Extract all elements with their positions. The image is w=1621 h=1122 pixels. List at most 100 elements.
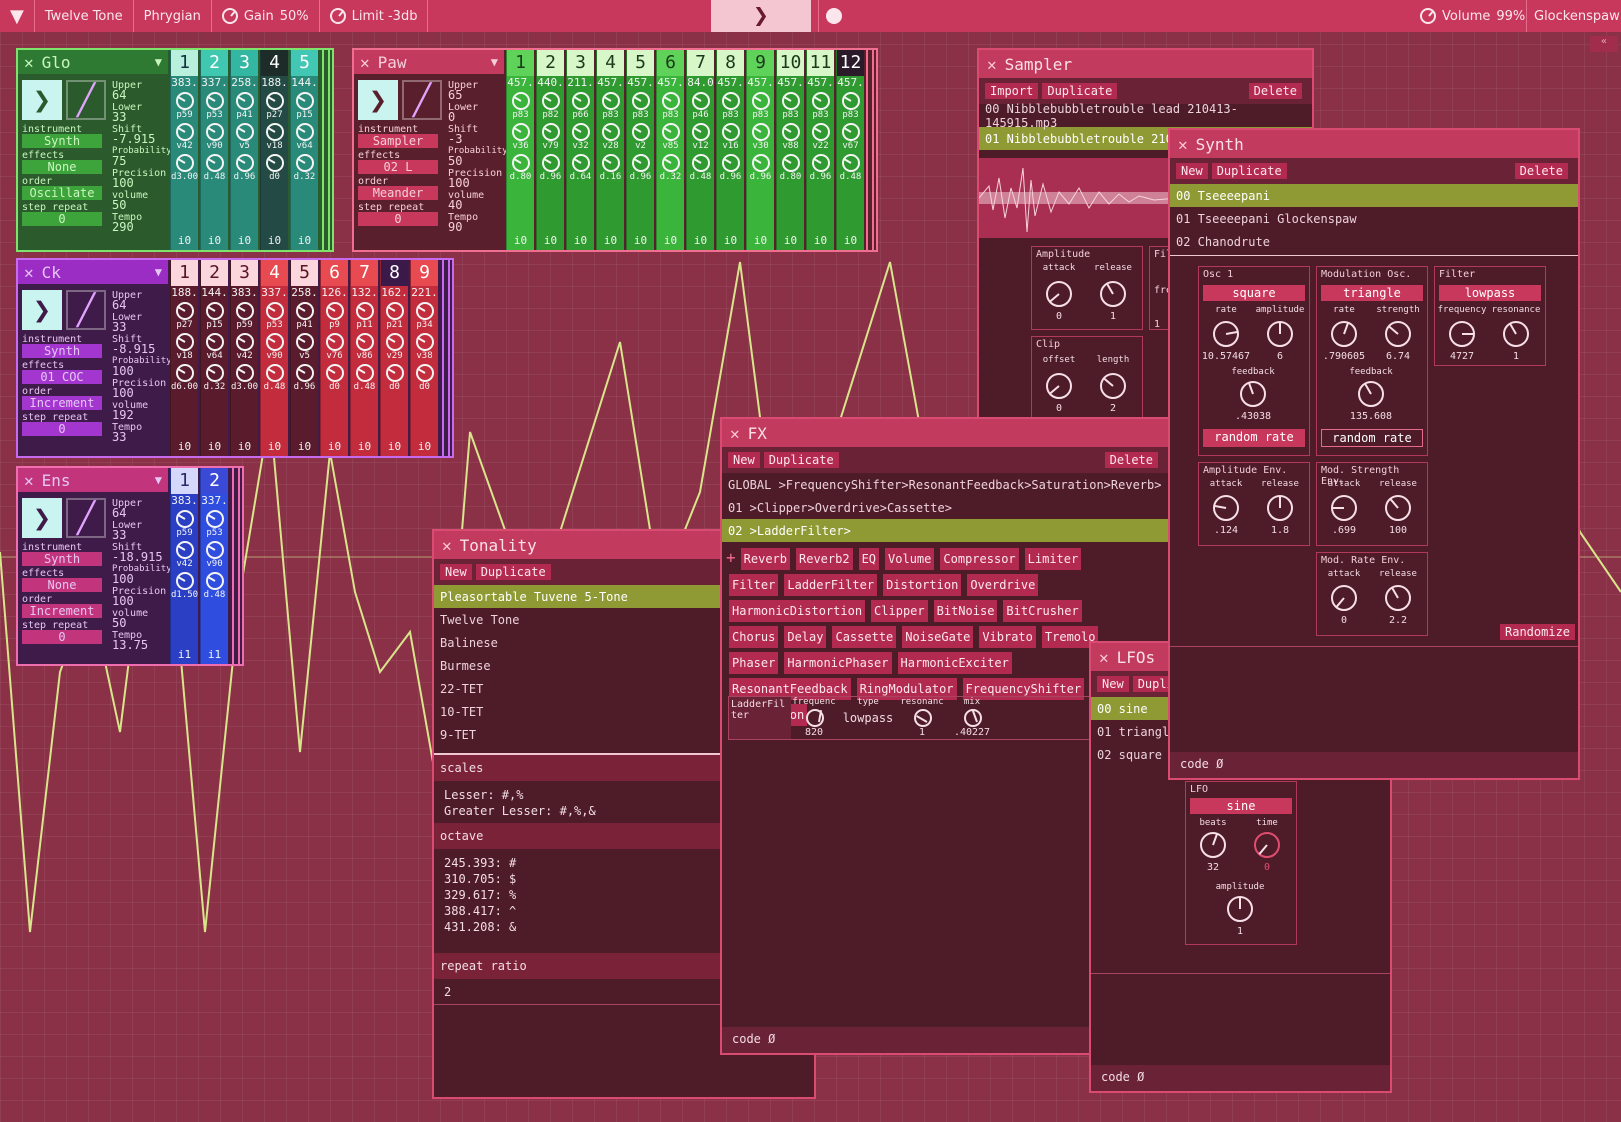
scale-select[interactable]: Twelve Tone	[35, 0, 133, 32]
pitch-knob[interactable]	[205, 92, 224, 110]
play-step-button[interactable]: ❯	[22, 290, 62, 330]
effect-tag[interactable]: Volume	[885, 548, 935, 570]
duration-knob[interactable]	[385, 364, 404, 382]
rate-knob[interactable]	[1331, 321, 1357, 347]
step-number[interactable]: 8	[381, 260, 408, 286]
synth-preset-item[interactable]: 02 Chanodrute	[1170, 230, 1578, 253]
effect-chain-item[interactable]: 02 >LadderFilter>	[722, 519, 1168, 542]
step-number[interactable]: 2	[201, 260, 228, 286]
new-button[interactable]: New	[728, 452, 760, 468]
feedback-knob[interactable]	[1358, 381, 1384, 407]
step-column[interactable]: 9 457. p83 v30 d.96 i0	[746, 50, 774, 250]
pitch-knob[interactable]	[631, 92, 650, 110]
step-column[interactable]: 1 383. p59 v42 d3.00 i0	[170, 50, 198, 250]
velocity-knob[interactable]	[235, 333, 254, 351]
step-column[interactable]: 7 132. p11 v86 d.48 i0	[350, 260, 378, 456]
velocity-knob[interactable]	[601, 123, 620, 141]
osc1-wave-select[interactable]: square	[1203, 285, 1305, 301]
step-repeat-input[interactable]: 0	[22, 212, 102, 226]
duration-knob[interactable]	[205, 572, 224, 590]
effects-select[interactable]: None	[22, 578, 102, 592]
sampler-titlebar[interactable]: ✕ Sampler	[979, 50, 1312, 78]
play-step-button[interactable]: ❯	[22, 498, 62, 538]
step-repeat-input[interactable]: 0	[22, 630, 102, 644]
pitch-knob[interactable]	[175, 92, 194, 110]
attack-knob[interactable]	[1331, 495, 1357, 521]
volume-knob[interactable]: Volume 99%	[1420, 0, 1525, 32]
precision-value[interactable]: 100	[112, 386, 134, 400]
velocity-knob[interactable]	[205, 541, 224, 559]
step-number[interactable]: 5	[627, 50, 654, 76]
upper-value[interactable]: 64	[112, 298, 126, 312]
velocity-knob[interactable]	[571, 123, 590, 141]
pitch-knob[interactable]	[355, 302, 374, 320]
precision-value[interactable]: 100	[112, 594, 134, 608]
instrument-select[interactable]: Synth	[22, 552, 102, 566]
upper-value[interactable]: 64	[112, 88, 126, 102]
resize-handle[interactable]	[322, 50, 330, 250]
duration-knob[interactable]	[235, 364, 254, 382]
synth-preset-item[interactable]: 01 Tseeeepani Glockenspaw	[1170, 207, 1578, 230]
effect-tag[interactable]: BitCrusher	[1003, 600, 1082, 622]
resonance-knob[interactable]	[914, 709, 932, 727]
duration-knob[interactable]	[661, 154, 680, 172]
duplicate-button[interactable]: Duplicate	[1211, 163, 1287, 179]
pitch-knob[interactable]	[205, 302, 224, 320]
tempo-value[interactable]: 290	[112, 220, 134, 234]
upper-value[interactable]: 65	[448, 88, 462, 102]
shift-value[interactable]: -3	[448, 132, 462, 146]
step-column[interactable]: 5 457. p83 v2 d.96 i0	[626, 50, 654, 250]
lower-value[interactable]: 0	[448, 110, 455, 124]
attack-knob[interactable]	[1213, 495, 1239, 521]
step-number[interactable]: 12	[837, 50, 864, 76]
pitch-knob[interactable]	[205, 510, 224, 528]
step-number[interactable]: 6	[657, 50, 684, 76]
play-step-button[interactable]: ❯	[358, 80, 398, 120]
delete-button[interactable]: Delete	[1514, 163, 1568, 179]
effect-chain-item[interactable]: GLOBAL >FrequencyShifter>ResonantFeedbac…	[722, 473, 1168, 496]
collapse-button[interactable]: «	[1590, 36, 1618, 52]
duration-knob[interactable]	[811, 154, 830, 172]
synth-titlebar[interactable]: ✕ Synth	[1170, 130, 1578, 158]
pitch-knob[interactable]	[841, 92, 860, 110]
velocity-knob[interactable]	[811, 123, 830, 141]
effect-tag[interactable]: Clipper	[871, 600, 928, 622]
add-effect-icon[interactable]: +	[726, 548, 736, 567]
step-number[interactable]: 5	[291, 260, 318, 286]
type-select[interactable]: lowpass	[838, 711, 898, 725]
duplicate-button[interactable]: Duplicate	[475, 564, 551, 580]
resize-handle[interactable]	[442, 260, 450, 456]
velocity-knob[interactable]	[205, 123, 224, 141]
pitch-knob[interactable]	[175, 510, 194, 528]
lower-value[interactable]: 33	[112, 528, 126, 542]
tempo-value[interactable]: 13.75	[112, 638, 148, 652]
frequency-knob[interactable]	[806, 709, 824, 727]
instrument-select[interactable]: Synth	[22, 134, 102, 148]
beats-knob[interactable]	[1200, 832, 1226, 858]
strength-knob[interactable]	[1385, 321, 1411, 347]
velocity-knob[interactable]	[511, 123, 530, 141]
volume-value[interactable]: 192	[112, 408, 134, 422]
pitch-knob[interactable]	[571, 92, 590, 110]
step-column[interactable]: 3 211. p66 v32 d.64 i0	[566, 50, 594, 250]
close-icon[interactable]: ✕	[24, 53, 34, 72]
step-number[interactable]: 1	[507, 50, 534, 76]
effect-tag[interactable]: Reverb	[740, 548, 790, 570]
step-number[interactable]: 1	[171, 468, 198, 494]
feedback-knob[interactable]	[1240, 381, 1266, 407]
pitch-knob[interactable]	[325, 302, 344, 320]
step-column[interactable]: 6 457. p83 v85 d.32 i0	[656, 50, 684, 250]
upper-value[interactable]: 64	[112, 506, 126, 520]
step-number[interactable]: 3	[567, 50, 594, 76]
step-number[interactable]: 10	[777, 50, 804, 76]
velocity-knob[interactable]	[175, 333, 194, 351]
attack-knob[interactable]	[1046, 281, 1072, 307]
step-repeat-input[interactable]: 0	[358, 212, 438, 226]
randomize-button[interactable]: Randomize	[1500, 624, 1576, 640]
effect-tag[interactable]: Chorus	[729, 626, 779, 648]
duration-knob[interactable]	[571, 154, 590, 172]
velocity-knob[interactable]	[631, 123, 650, 141]
duration-knob[interactable]	[205, 364, 224, 382]
step-column[interactable]: 4 337. p53 v90 d.48 i0	[260, 260, 288, 456]
pitch-knob[interactable]	[295, 92, 314, 110]
